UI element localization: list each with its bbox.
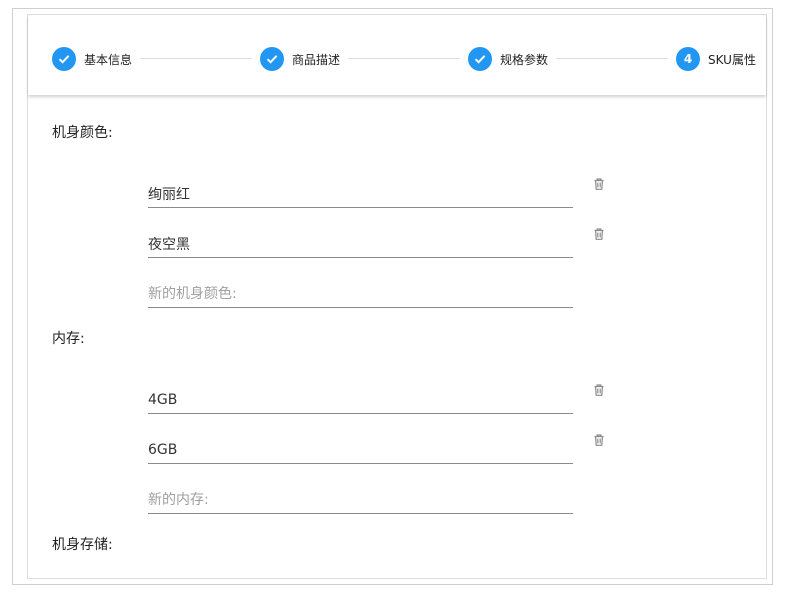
sku-value-input[interactable] (148, 392, 573, 408)
step-spec-params[interactable]: 规格参数 (468, 47, 549, 71)
trash-icon[interactable] (592, 382, 606, 396)
check-icon (468, 47, 492, 71)
step-connector (140, 58, 252, 59)
trash-icon[interactable] (592, 176, 606, 190)
step-sku-attributes[interactable]: 4 SKU属性 (676, 47, 756, 71)
group-label-memory: 内存: (52, 331, 85, 347)
check-icon (52, 47, 76, 71)
step-number: 4 (676, 47, 700, 71)
sku-value-field (148, 224, 573, 258)
new-color-input[interactable] (148, 286, 573, 302)
step-label: SKU属性 (708, 52, 756, 67)
group-label-storage: 机身存储: (52, 537, 113, 553)
step-connector (556, 58, 668, 59)
step-label: 规格参数 (500, 52, 549, 67)
trash-icon[interactable] (592, 226, 606, 240)
stepper: 基本信息 商品描述 规格参数 4 SKU属性 (28, 15, 766, 95)
group-label-color: 机身颜色: (52, 125, 113, 141)
sku-value-field (148, 380, 573, 414)
step-label: 商品描述 (292, 52, 341, 67)
sku-value-input[interactable] (148, 236, 573, 252)
sku-value-input[interactable] (148, 186, 573, 202)
sku-value-field (148, 430, 573, 464)
check-icon (260, 47, 284, 71)
new-value-field (148, 480, 573, 514)
step-product-description[interactable]: 商品描述 (260, 47, 341, 71)
step-basic-info[interactable]: 基本信息 (52, 47, 133, 71)
sku-value-input[interactable] (148, 442, 573, 458)
step-connector (348, 58, 460, 59)
new-value-field (148, 274, 573, 308)
sku-value-field (148, 174, 573, 208)
trash-icon[interactable] (592, 432, 606, 446)
step-label: 基本信息 (84, 52, 133, 67)
new-memory-input[interactable] (148, 492, 573, 508)
